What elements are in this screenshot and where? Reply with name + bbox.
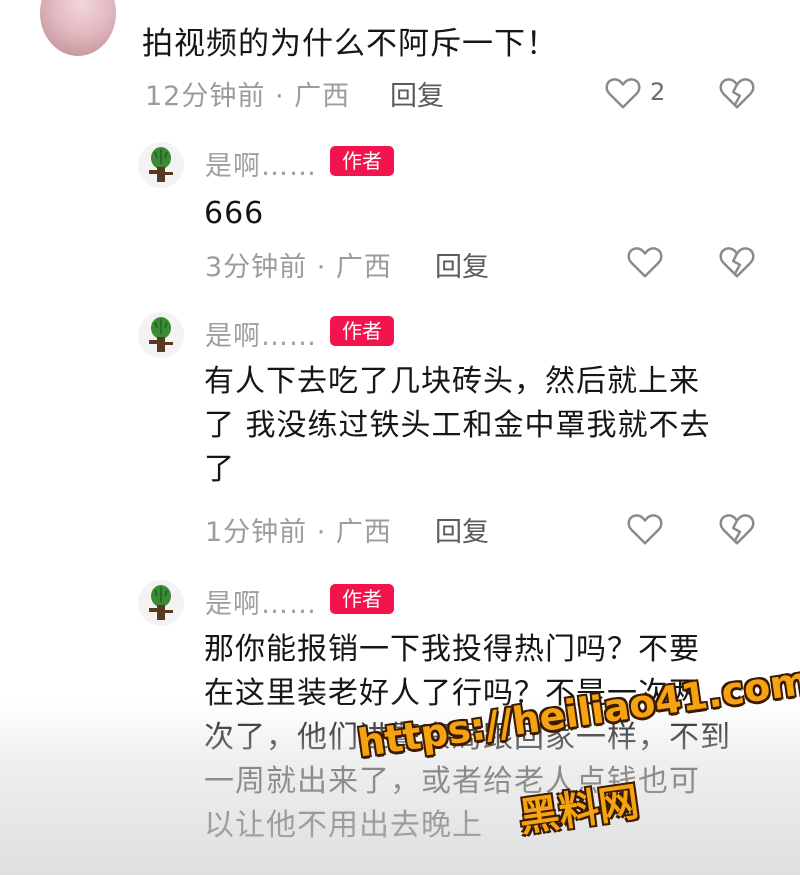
cactus-avatar-icon <box>149 317 173 352</box>
reply-button[interactable]: 回复 <box>435 510 489 549</box>
heart-outline-icon[interactable] <box>626 243 664 281</box>
author-avatar[interactable] <box>138 312 184 358</box>
reply-meta: 1分钟前 · 广西 <box>205 517 392 548</box>
reply-meta: 3分钟前 · 广西 <box>205 252 392 283</box>
reply-button[interactable]: 回复 <box>390 74 444 113</box>
broken-heart-icon[interactable] <box>718 74 756 112</box>
reply-username[interactable]: 是啊…… <box>205 582 317 621</box>
author-badge: 作者 <box>330 584 394 614</box>
reply-text: 666 <box>204 196 265 231</box>
heart-outline-icon[interactable] <box>626 510 664 548</box>
author-avatar[interactable] <box>138 580 184 626</box>
reply-text: 有人下去吃了几块砖头，然后就上来 了 我没练过铁头工和金中罩我就不去 了 <box>204 364 711 487</box>
reply-username[interactable]: 是啊…… <box>205 314 317 353</box>
like-count: 2 <box>650 78 666 106</box>
author-badge: 作者 <box>330 316 394 346</box>
comment-text: 拍视频的为什么不阿斥一下！ <box>142 26 558 62</box>
broken-heart-icon[interactable] <box>718 243 756 281</box>
heart-outline-icon[interactable] <box>604 74 642 112</box>
author-badge: 作者 <box>330 146 394 176</box>
comment-meta: 12分钟前 · 广西 <box>145 81 351 112</box>
broken-heart-icon[interactable] <box>718 510 756 548</box>
reply-username[interactable]: 是啊…… <box>205 144 317 183</box>
cactus-avatar-icon <box>149 147 173 182</box>
author-avatar[interactable] <box>138 142 184 188</box>
cactus-avatar-icon <box>149 585 173 620</box>
reply-button[interactable]: 回复 <box>435 245 489 284</box>
commenter-avatar[interactable] <box>40 0 116 56</box>
